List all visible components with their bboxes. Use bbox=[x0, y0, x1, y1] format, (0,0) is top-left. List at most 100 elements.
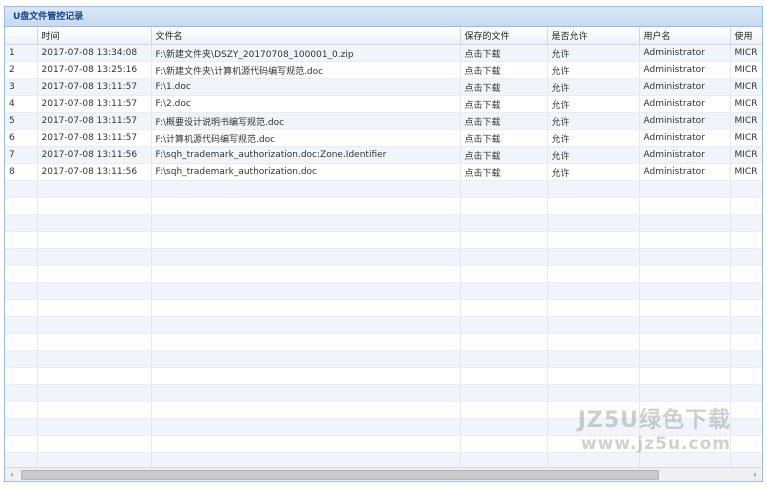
row-index: 6 bbox=[5, 129, 38, 147]
table-row[interactable]: 1 2017-07-08 13:34:08 F:\新建文件夹\DSZY_2017… bbox=[5, 44, 762, 62]
empty-cell bbox=[730, 265, 762, 283]
row-allowed: 允许 bbox=[547, 163, 640, 181]
empty-cell bbox=[547, 418, 640, 436]
column-header-allowed[interactable]: 是否允许 bbox=[547, 27, 640, 45]
empty-cell bbox=[5, 435, 38, 453]
row-username: Administrator bbox=[639, 163, 731, 181]
empty-cell bbox=[639, 418, 731, 436]
download-link[interactable]: 点击下载 bbox=[460, 146, 548, 164]
table-row[interactable]: 5 2017-07-08 13:11:57 F:\概要设计说明书编写规范.doc… bbox=[5, 112, 762, 130]
empty-cell bbox=[5, 452, 38, 467]
row-time: 2017-07-08 13:11:56 bbox=[37, 146, 152, 164]
empty-row bbox=[5, 452, 762, 467]
empty-cell bbox=[460, 384, 548, 402]
table-row[interactable]: 4 2017-07-08 13:11:57 F:\2.doc 点击下载 允许 A… bbox=[5, 95, 762, 113]
empty-cell bbox=[151, 180, 461, 198]
table-row[interactable]: 6 2017-07-08 13:11:57 F:\计算机源代码编写规范.doc … bbox=[5, 129, 762, 147]
empty-cell bbox=[37, 333, 152, 351]
empty-cell bbox=[151, 214, 461, 232]
column-header-username[interactable]: 用户名 bbox=[639, 27, 731, 45]
empty-cell bbox=[547, 248, 640, 266]
empty-row bbox=[5, 367, 762, 385]
row-allowed: 允许 bbox=[547, 129, 640, 147]
empty-cell bbox=[460, 316, 548, 334]
column-header-usage[interactable]: 使用 bbox=[730, 27, 762, 45]
empty-cell bbox=[639, 350, 731, 368]
empty-cell bbox=[151, 316, 461, 334]
column-header-index[interactable] bbox=[5, 27, 38, 45]
empty-row bbox=[5, 435, 762, 453]
empty-cell bbox=[151, 384, 461, 402]
row-index: 8 bbox=[5, 163, 38, 181]
download-link[interactable]: 点击下载 bbox=[460, 95, 548, 113]
horizontal-scrollbar[interactable]: ‹ › bbox=[5, 467, 762, 481]
download-link[interactable]: 点击下载 bbox=[460, 112, 548, 130]
row-username: Administrator bbox=[639, 146, 731, 164]
column-header-time[interactable]: 时间 bbox=[37, 27, 152, 45]
row-time: 2017-07-08 13:34:08 bbox=[37, 44, 152, 62]
header-row: 时间 文件名 保存的文件 是否允许 用户名 使用 bbox=[5, 27, 762, 45]
table-row[interactable]: 7 2017-07-08 13:11:56 F:\sqh_trademark_a… bbox=[5, 146, 762, 164]
empty-cell bbox=[151, 299, 461, 317]
empty-row bbox=[5, 180, 762, 198]
empty-cell bbox=[547, 282, 640, 300]
scroll-right-icon[interactable]: › bbox=[748, 468, 762, 481]
row-filename: F:\2.doc bbox=[151, 95, 461, 113]
empty-row bbox=[5, 231, 762, 249]
row-filename: F:\计算机源代码编写规范.doc bbox=[151, 129, 461, 147]
download-link[interactable]: 点击下载 bbox=[460, 163, 548, 181]
empty-cell bbox=[547, 197, 640, 215]
empty-cell bbox=[5, 299, 38, 317]
empty-cell bbox=[639, 214, 731, 232]
empty-cell bbox=[730, 197, 762, 215]
empty-cell bbox=[730, 180, 762, 198]
usb-file-control-panel: U盘文件管控记录 时间 文件名 保存的文件 是否允许 用户名 使用 1 2017… bbox=[4, 6, 763, 482]
empty-cell bbox=[5, 367, 38, 385]
row-index: 7 bbox=[5, 146, 38, 164]
column-header-filename[interactable]: 文件名 bbox=[151, 27, 461, 45]
empty-cell bbox=[5, 316, 38, 334]
empty-cell bbox=[37, 180, 152, 198]
table-row[interactable]: 8 2017-07-08 13:11:56 F:\sqh_trademark_a… bbox=[5, 163, 762, 181]
empty-row bbox=[5, 282, 762, 300]
empty-cell bbox=[37, 350, 152, 368]
download-link[interactable]: 点击下载 bbox=[460, 78, 548, 96]
column-header-saved-file[interactable]: 保存的文件 bbox=[460, 27, 548, 45]
empty-cell bbox=[460, 401, 548, 419]
grid-body: 1 2017-07-08 13:34:08 F:\新建文件夹\DSZY_2017… bbox=[5, 44, 762, 467]
scrollbar-thumb[interactable] bbox=[21, 470, 659, 480]
empty-cell bbox=[460, 248, 548, 266]
empty-cell bbox=[730, 350, 762, 368]
empty-cell bbox=[5, 180, 38, 198]
empty-cell bbox=[151, 452, 461, 467]
row-time: 2017-07-08 13:11:57 bbox=[37, 112, 152, 130]
table-row[interactable]: 3 2017-07-08 13:11:57 F:\1.doc 点击下载 允许 A… bbox=[5, 78, 762, 96]
empty-cell bbox=[547, 452, 640, 467]
table-row[interactable]: 2 2017-07-08 13:25:16 F:\新建文件夹\计算机源代码编写规… bbox=[5, 61, 762, 79]
download-link[interactable]: 点击下载 bbox=[460, 61, 548, 79]
download-link[interactable]: 点击下载 bbox=[460, 129, 548, 147]
records-table: 时间 文件名 保存的文件 是否允许 用户名 使用 1 2017-07-08 13… bbox=[5, 27, 762, 467]
empty-cell bbox=[639, 180, 731, 198]
empty-cell bbox=[151, 248, 461, 266]
empty-cell bbox=[37, 265, 152, 283]
empty-cell bbox=[730, 401, 762, 419]
row-time: 2017-07-08 13:11:57 bbox=[37, 78, 152, 96]
empty-cell bbox=[460, 435, 548, 453]
empty-cell bbox=[547, 350, 640, 368]
row-usage: MICR bbox=[730, 129, 762, 147]
empty-cell bbox=[730, 384, 762, 402]
scroll-left-icon[interactable]: ‹ bbox=[5, 468, 19, 481]
empty-cell bbox=[460, 367, 548, 385]
empty-cell bbox=[37, 248, 152, 266]
empty-cell bbox=[547, 435, 640, 453]
empty-cell bbox=[151, 401, 461, 419]
empty-cell bbox=[547, 231, 640, 249]
empty-row bbox=[5, 401, 762, 419]
records-grid: 时间 文件名 保存的文件 是否允许 用户名 使用 1 2017-07-08 13… bbox=[5, 27, 762, 467]
row-username: Administrator bbox=[639, 44, 731, 62]
panel-title: U盘文件管控记录 bbox=[5, 7, 762, 27]
empty-cell bbox=[730, 418, 762, 436]
empty-row bbox=[5, 384, 762, 402]
download-link[interactable]: 点击下载 bbox=[460, 44, 548, 62]
